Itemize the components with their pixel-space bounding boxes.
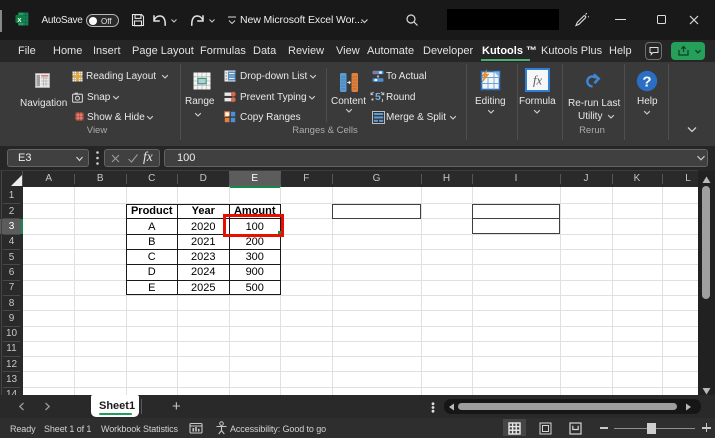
svg-text:fx: fx	[533, 74, 542, 88]
svg-text:?: ?	[642, 74, 651, 91]
svg-text:5: 5	[375, 91, 381, 103]
